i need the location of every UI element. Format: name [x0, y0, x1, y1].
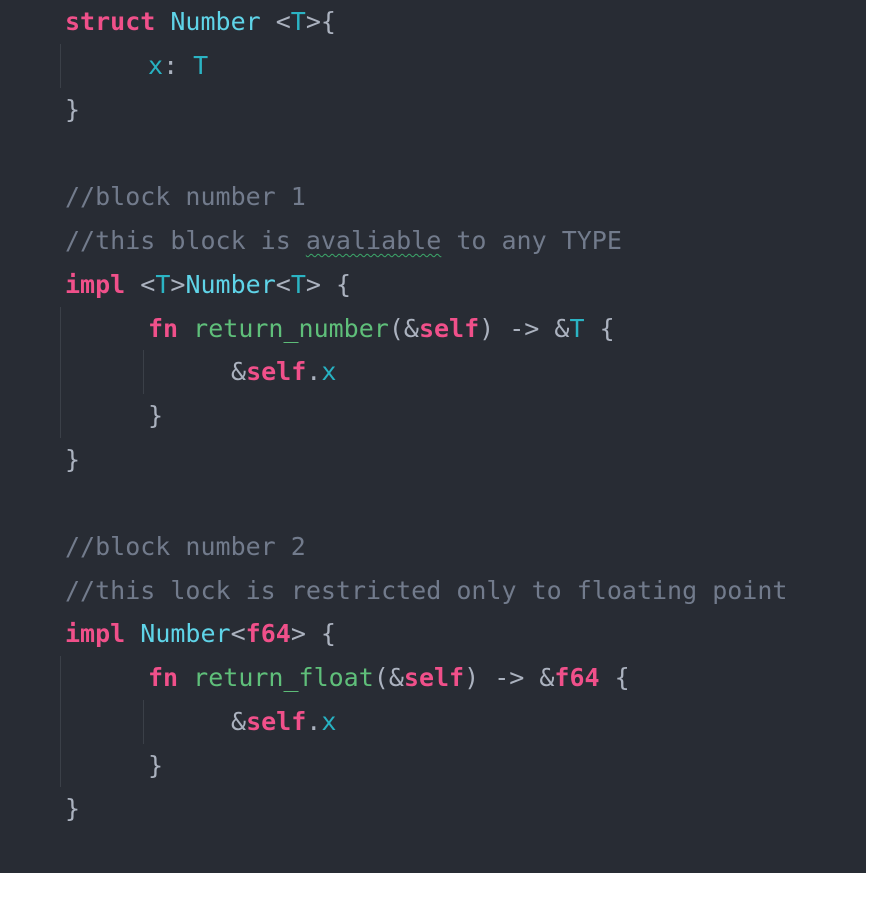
field-name: x — [321, 357, 337, 386]
punctuation: < — [275, 270, 291, 299]
punctuation: . — [306, 707, 322, 736]
type-name: Number — [170, 7, 261, 36]
code-line-17: &self.x — [231, 700, 336, 744]
code-line-1: struct Number <T>{ — [65, 0, 336, 44]
indent-guide — [60, 307, 61, 438]
punctuation: (& — [373, 663, 404, 692]
code-line-11: } — [65, 445, 81, 474]
field-name: x — [148, 51, 164, 80]
code-line-15: impl Number<f64> { — [65, 612, 336, 656]
punctuation: & — [231, 357, 247, 386]
comment-line: //this lock is restricted only to floati… — [65, 576, 788, 605]
type-param: T — [569, 314, 585, 343]
indent-guide — [60, 656, 61, 787]
function-name: return_number — [178, 314, 389, 343]
punctuation: > { — [290, 619, 336, 648]
comment-text: to any TYPE — [441, 226, 622, 255]
indent-guide — [60, 44, 61, 88]
code-line-18: } — [148, 751, 164, 780]
code-line-3: } — [65, 95, 81, 124]
comment-line: //block number 2 — [65, 532, 306, 561]
comment-line: //block number 1 — [65, 182, 306, 211]
code-line-2: x: T — [148, 44, 208, 88]
keyword-impl: impl — [65, 619, 126, 648]
code-line-7: impl <T>Number<T> { — [65, 263, 351, 307]
code-editor[interactable]: struct Number <T>{ x: T } //block number… — [0, 0, 866, 873]
comment-text: //this block is — [65, 226, 306, 255]
field-name: x — [321, 707, 337, 736]
type-name: Number — [140, 619, 231, 648]
comment-line: //this block is avaliable to any TYPE — [65, 219, 622, 263]
punctuation — [125, 619, 140, 648]
keyword-self: self — [246, 707, 307, 736]
punctuation: : — [163, 51, 194, 80]
code-line-10: } — [148, 401, 164, 430]
punctuation: { — [584, 314, 615, 343]
code-line-16: fn return_float(&self) -> &f64 { — [148, 656, 630, 700]
code-line-9: &self.x — [231, 350, 336, 394]
function-name: return_float — [178, 663, 374, 692]
punctuation: { — [599, 663, 630, 692]
keyword-fn: fn — [148, 663, 179, 692]
code-line-19: } — [65, 794, 81, 823]
keyword-self: self — [246, 357, 307, 386]
punctuation: ) -> & — [464, 663, 555, 692]
type-param: T — [290, 270, 306, 299]
primitive-type: f64 — [245, 619, 291, 648]
keyword-self: self — [403, 663, 465, 692]
type-param: T — [155, 270, 171, 299]
punctuation: > — [170, 270, 186, 299]
code-line-8: fn return_number(&self) -> &T { — [148, 307, 615, 351]
punctuation: . — [306, 357, 322, 386]
punctuation: (& — [388, 314, 419, 343]
indent-guide — [143, 350, 144, 394]
keyword-fn: fn — [148, 314, 179, 343]
spelling-warning-word[interactable]: avaliable — [306, 226, 441, 255]
primitive-type: f64 — [554, 663, 600, 692]
keyword-self: self — [418, 314, 480, 343]
punctuation: < — [125, 270, 156, 299]
keyword-struct: struct — [65, 7, 156, 36]
punctuation: > { — [305, 270, 352, 299]
keyword-impl: impl — [65, 270, 126, 299]
punctuation: & — [231, 707, 247, 736]
punctuation: < — [260, 7, 291, 36]
indent-guide — [143, 700, 144, 744]
type-name: Number — [185, 270, 276, 299]
punctuation: < — [230, 619, 246, 648]
type-param: T — [193, 51, 209, 80]
type-param: T — [290, 7, 306, 36]
punctuation: ) -> & — [479, 314, 570, 343]
punctuation: >{ — [305, 7, 336, 36]
